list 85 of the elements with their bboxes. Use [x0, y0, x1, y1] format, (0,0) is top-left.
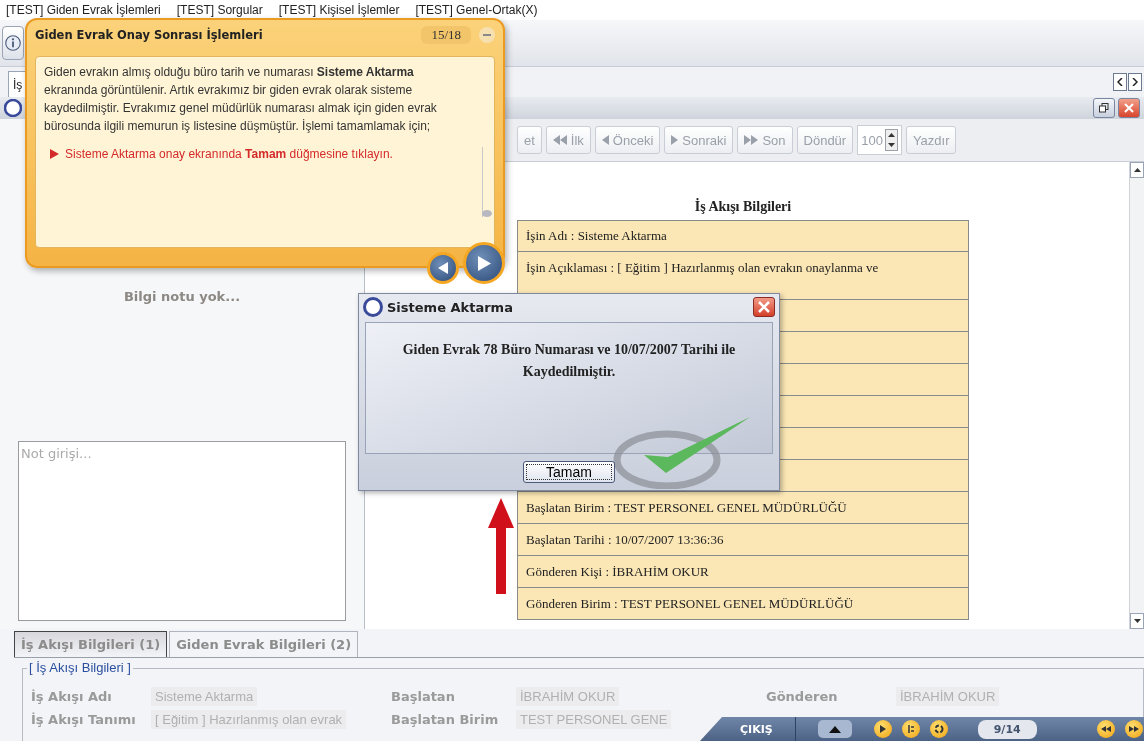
field-value: İBRAHİM OKUR — [896, 687, 1000, 706]
toolbar-button[interactable]: Sonraki — [664, 126, 734, 154]
fast-forward-button[interactable] — [1124, 720, 1143, 738]
up-icon — [828, 725, 841, 733]
toolbar-button[interactable]: İlk — [545, 126, 591, 154]
close-icon — [1124, 103, 1134, 113]
field-label: İş Akışı Tanımı — [31, 712, 137, 727]
report-row: Başlatan Tarihi : 10/07/2007 13:36:36 — [517, 524, 969, 556]
refresh-button[interactable] — [929, 720, 948, 738]
step-counter: 15/18 — [421, 26, 471, 44]
scroll-right-button[interactable] — [1128, 73, 1142, 91]
menu-item[interactable]: [TEST] Sorgular — [176, 3, 263, 17]
note-field[interactable]: Not girişi... — [18, 441, 346, 621]
toolbar-button[interactable]: Önceki — [594, 126, 661, 154]
report-row: Başlatan Birim : TEST PERSONEL GENEL MÜDÜRLÜĞÜ — [517, 492, 969, 524]
group-title: [ İş Akışı Bilgileri ] — [27, 660, 133, 675]
play-icon — [477, 255, 491, 271]
field-label: Başlatan — [391, 689, 456, 704]
field-value: Sisteme Aktarma — [151, 687, 258, 706]
skip-back-icon — [552, 135, 567, 145]
menu-item[interactable]: [TEST] Genel-Ortak(X) — [415, 3, 538, 17]
steps-button[interactable] — [901, 720, 920, 738]
tutorial-title: Giden Evrak Onay Sonrası İşlemleri — [35, 28, 264, 42]
previous-button[interactable] — [427, 252, 459, 284]
refresh-icon — [933, 724, 944, 734]
toolbar-button[interactable]: Döndür — [796, 126, 854, 154]
toolbar-button[interactable]: Son — [737, 126, 793, 154]
tab[interactable]: İş Akışı Bilgileri (1) — [14, 631, 168, 657]
scrollbar[interactable] — [482, 147, 492, 217]
page-counter: 9/14 — [977, 719, 1037, 739]
play-button[interactable] — [873, 720, 892, 738]
report-row: İşin Adı : Sisteme Aktarma — [517, 220, 969, 252]
rewind-icon — [1100, 726, 1111, 732]
dialog-title: Sisteme Aktarma — [387, 299, 514, 315]
fast-forward-icon — [1128, 726, 1139, 732]
field-label: Gönderen — [766, 689, 839, 704]
field-label: Başlatan Birim — [391, 712, 500, 727]
minus-icon — [483, 34, 491, 36]
toolbar-button[interactable]: et — [517, 126, 542, 154]
dots-icon — [906, 724, 915, 734]
expand-button[interactable] — [817, 720, 852, 738]
minimize-button[interactable] — [479, 27, 495, 43]
field-value: İBRAHİM OKUR — [516, 687, 620, 706]
bullet-icon — [50, 149, 59, 159]
restore-icon — [1099, 103, 1109, 113]
field-value: TEST PERSONEL GENE — [516, 710, 672, 729]
toolbar-button[interactable] — [2, 26, 24, 60]
chevron-left-icon — [1117, 78, 1123, 86]
close-icon — [758, 301, 770, 313]
menu-item[interactable]: [TEST] Giden Evrak İşlemleri — [6, 3, 161, 17]
field-value: [ Eğitim ] Hazırlanmış olan evrak — [151, 710, 347, 729]
play-icon — [671, 135, 679, 145]
report-title: İş Akışı Bilgileri — [693, 198, 793, 216]
tutorial-step: Sisteme Aktarma onay ekranında Tamam düğmesine tıklayın. — [65, 145, 393, 163]
app-logo-icon — [4, 99, 22, 117]
down-icon — [887, 143, 895, 147]
up-icon — [887, 133, 895, 137]
exit-button[interactable]: ÇIKIŞ — [740, 717, 796, 741]
field-label: İş Akışı Adı — [31, 689, 113, 704]
chevron-right-icon — [1132, 78, 1138, 86]
close-button[interactable] — [1118, 98, 1140, 118]
skip-forward-icon — [744, 135, 759, 145]
zoom-spinner[interactable]: 100 — [857, 125, 902, 155]
up-icon — [1133, 168, 1141, 172]
toolbar-button[interactable]: Yazdır — [905, 126, 957, 154]
app-logo-icon — [363, 297, 383, 317]
back-icon — [438, 262, 448, 274]
report-row: Gönderen Birim : TEST PERSONEL GENEL MÜDÜRLÜĞÜ — [517, 588, 969, 620]
restore-button[interactable] — [1093, 98, 1115, 118]
info-note: Bilgi notu yok... — [123, 289, 241, 304]
scrollbar[interactable] — [1129, 162, 1144, 629]
ok-button[interactable]: Tamam — [523, 461, 615, 483]
report-row: Gönderen Kişi : İBRAHİM OKUR — [517, 556, 969, 588]
play-icon — [879, 725, 886, 733]
menu-item[interactable]: [TEST] Kişisel İşlemler — [278, 3, 400, 17]
report-row: İşin Açıklaması : [ Eğitim ] Hazırlanmış olan evrakın onaylanma ve — [517, 252, 969, 300]
info-icon — [5, 35, 21, 51]
back-icon — [601, 135, 609, 145]
tutorial-text: Giden evrakın almış olduğu büro tarih ve numarası Sisteme Aktarma ekranında görüntülenir. Artık evrakımız bir giden evrak olarak sisteme kaydedilmiştir. Evrakımız genel müdürlük numarası almak için giden evrak bürosunda ilgili memurun iş listesine düşmüştür. İşlemi tamamlamak için; — [44, 64, 438, 135]
close-button[interactable] — [753, 297, 775, 317]
rewind-button[interactable] — [1096, 720, 1115, 738]
tab[interactable]: Giden Evrak Bilgileri (2) — [169, 631, 359, 657]
dialog-message: Giden Evrak 78 Büro Numarası ve 10/07/2007 Tarihi ile Kaydedilmiştir. — [401, 341, 737, 381]
scroll-left-button[interactable] — [1113, 73, 1127, 91]
down-icon — [1133, 619, 1141, 623]
